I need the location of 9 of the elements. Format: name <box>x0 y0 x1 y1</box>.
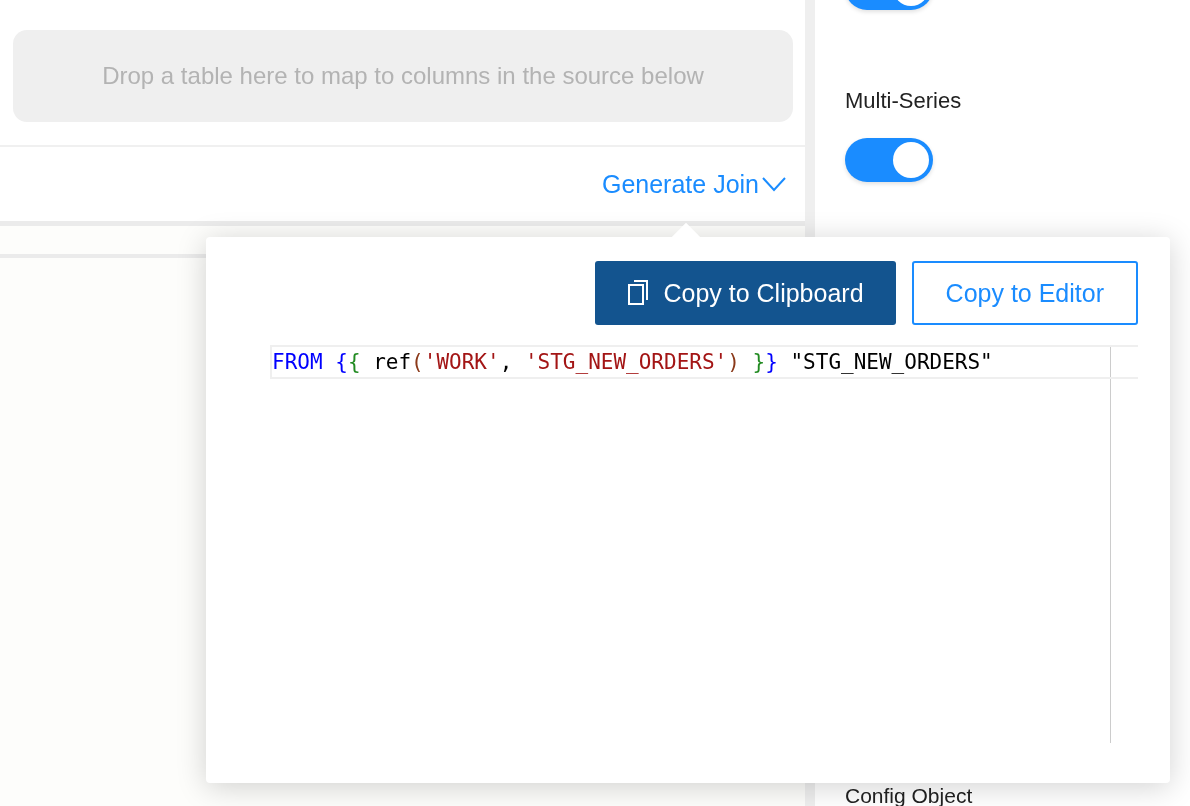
drop-zone[interactable]: Drop a table here to map to columns in the source below <box>13 30 793 122</box>
code-line: FROM {{ ref('WORK', 'STG_NEW_ORDERS') }} "STG_NEW_ORDERS" <box>270 345 1138 379</box>
setting-label: Multi-Series <box>845 88 963 114</box>
copy-clipboard-button[interactable]: Copy to Clipboard <box>595 261 896 325</box>
generate-join-button[interactable]: Generate Join <box>601 169 787 199</box>
toggle-switch[interactable] <box>845 138 933 182</box>
copy-icon <box>627 280 650 306</box>
chevron-icon <box>761 175 787 193</box>
copy-editor-button[interactable]: Copy to Editor <box>911 261 1138 325</box>
